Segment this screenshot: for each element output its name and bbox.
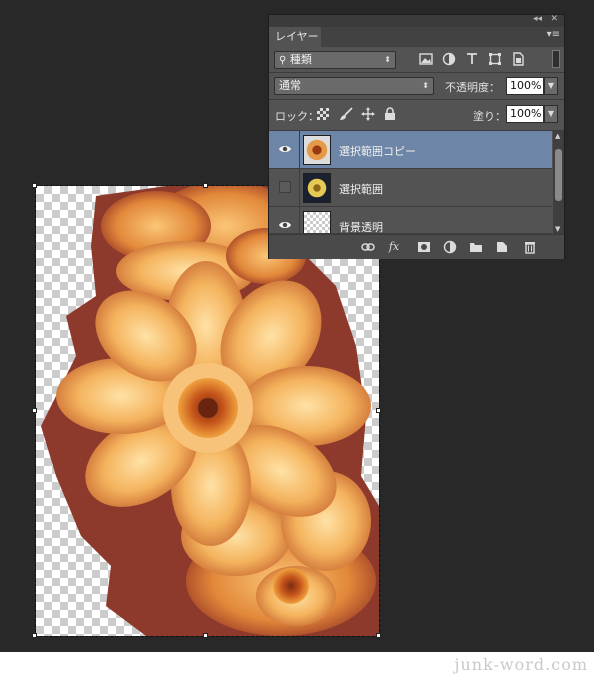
opacity-input[interactable]: 100% [506, 77, 544, 95]
opacity-label: 不透明度： [445, 81, 500, 94]
new-group-icon[interactable] [469, 240, 483, 254]
divider [269, 72, 564, 73]
smart-object-filter-icon[interactable] [511, 52, 525, 66]
search-icon: ⚲ [279, 55, 287, 66]
panel-menu-icon[interactable]: ▾≡ [547, 29, 560, 40]
chevron-updown-icon: ⬍ [422, 81, 429, 90]
shape-filter-icon[interactable] [488, 52, 502, 66]
panel-bottom-bar: fx [269, 234, 564, 259]
filter-toggle-switch[interactable] [552, 50, 560, 68]
layer-mask-icon[interactable] [417, 240, 431, 254]
layer-name[interactable]: 背景透明 [339, 219, 383, 233]
close-panel-icon[interactable]: ✕ [550, 14, 558, 24]
adjustment-layer-icon[interactable] [443, 240, 457, 254]
layer-thumbnail[interactable] [303, 173, 331, 203]
lock-label: ロック： [275, 110, 319, 123]
scroll-up-icon[interactable]: ▲ [555, 132, 560, 140]
fill-label: 塗り： [473, 110, 506, 123]
panel-titlebar: ◂◂ ✕ [269, 14, 564, 27]
layer-row-selection[interactable]: 選択範囲 [269, 169, 552, 207]
lock-position-move-icon[interactable] [361, 107, 375, 121]
fill-dropdown-button[interactable]: ▼ [544, 105, 558, 123]
transform-handle-middle-left[interactable] [32, 408, 37, 413]
scroll-down-icon[interactable]: ▼ [555, 225, 560, 233]
divider [299, 169, 300, 207]
transform-handle-top-center[interactable] [203, 183, 208, 188]
layers-scrollbar[interactable]: ▲ ▼ [553, 131, 564, 234]
collapse-panel-icon[interactable]: ◂◂ [533, 14, 542, 24]
eye-icon[interactable] [278, 219, 292, 231]
divider [299, 131, 300, 169]
lock-all-icon[interactable] [384, 107, 396, 121]
watermark: junk-word.com [454, 655, 588, 674]
layer-name[interactable]: 選択範囲コピー [339, 143, 416, 159]
type-filter-icon[interactable] [465, 52, 479, 66]
panel-tab-row: レイヤー ▾≡ [269, 27, 564, 47]
scrollbar-thumb[interactable] [555, 149, 562, 201]
layer-thumbnail[interactable] [303, 135, 331, 165]
tab-layers[interactable]: レイヤー [269, 27, 321, 47]
blend-mode-value: 通常 [279, 79, 301, 92]
image-filter-icon[interactable] [419, 52, 433, 66]
opacity-dropdown-button[interactable]: ▼ [544, 77, 558, 95]
divider [269, 99, 564, 100]
eye-icon[interactable] [278, 143, 292, 155]
flower-thumbnail-image [304, 174, 330, 202]
visibility-toggle-off[interactable] [279, 181, 291, 193]
divider [299, 207, 300, 233]
transform-handle-top-left[interactable] [32, 183, 37, 188]
lock-transparent-pixels-icon[interactable] [317, 108, 329, 120]
transform-handle-middle-right[interactable] [376, 408, 381, 413]
layer-name[interactable]: 選択範囲 [339, 181, 383, 197]
layers-panel: ◂◂ ✕ レイヤー ▾≡ ⚲ 種類 ⬍ 通常 ⬍ 不透明度： 100% ▼ ロッ… [268, 14, 565, 259]
filter-kind-dropdown[interactable]: ⚲ 種類 ⬍ [274, 51, 396, 69]
fill-input[interactable]: 100% [506, 105, 544, 123]
transform-handle-bottom-left[interactable] [32, 633, 37, 638]
lock-image-pixels-brush-icon[interactable] [339, 107, 353, 121]
blend-mode-dropdown[interactable]: 通常 ⬍ [274, 77, 434, 95]
filter-kind-value: 種類 [289, 53, 312, 66]
link-layers-icon[interactable] [361, 240, 375, 254]
adjustment-filter-icon[interactable] [442, 52, 456, 66]
new-layer-icon[interactable] [495, 240, 509, 254]
layer-row-background-transparent[interactable]: 背景透明 [269, 207, 552, 234]
layer-thumbnail[interactable] [303, 211, 331, 233]
flower-thumbnail-image [304, 136, 330, 164]
trash-icon[interactable] [523, 240, 537, 254]
chevron-updown-icon: ⬍ [384, 55, 391, 64]
layer-row-selected-copy[interactable]: 選択範囲コピー [269, 131, 552, 169]
transform-handle-bottom-right[interactable] [376, 633, 381, 638]
fx-icon[interactable]: fx [387, 240, 401, 254]
transform-handle-bottom-center[interactable] [203, 633, 208, 638]
